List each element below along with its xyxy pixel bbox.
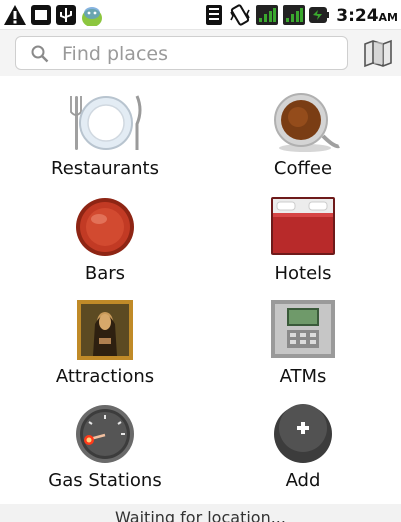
- category-add[interactable]: Add: [213, 402, 393, 502]
- map-icon[interactable]: [361, 38, 395, 68]
- category-bars[interactable]: Bars: [15, 195, 195, 295]
- location-status-bar: Waiting for location...: [0, 504, 401, 522]
- vibrate-icon: [230, 4, 250, 26]
- location-status-text: Waiting for location...: [115, 508, 286, 522]
- category-label: Coffee: [273, 158, 333, 179]
- clock: 3:24AM: [336, 6, 398, 26]
- battery-icon: [309, 7, 329, 23]
- add-icon: [274, 404, 332, 463]
- category-label: Restaurants: [51, 158, 159, 179]
- category-gas-stations[interactable]: Gas Stations: [15, 402, 195, 502]
- atm-icon: [271, 300, 335, 358]
- category-label: Add: [285, 470, 321, 491]
- search-input[interactable]: [60, 40, 344, 68]
- fuel-gauge-icon: [76, 405, 134, 463]
- search-row: [0, 30, 401, 76]
- sd-card-icon: [31, 5, 51, 25]
- category-attractions[interactable]: Attractions: [15, 298, 195, 398]
- wifi-signal-icon: [256, 5, 278, 25]
- hotel-bed-icon: [271, 197, 335, 255]
- plate-icon: [70, 95, 142, 150]
- category-restaurants[interactable]: Restaurants: [15, 90, 195, 190]
- storage-icon: [206, 5, 222, 25]
- android-icon: [82, 7, 102, 26]
- cell-signal-icon: [283, 5, 305, 25]
- search-icon: [31, 45, 49, 63]
- clock-ampm: AM: [378, 11, 398, 24]
- status-bar: 3:24AM: [0, 0, 401, 30]
- coffee-cup-icon: [274, 93, 340, 152]
- search-box[interactable]: [15, 36, 348, 70]
- bottle-cap-icon: [76, 198, 134, 256]
- category-label: ATMs: [279, 366, 327, 387]
- clock-time: 3:24: [336, 6, 379, 26]
- category-coffee[interactable]: Coffee: [213, 90, 393, 190]
- category-hotels[interactable]: Hotels: [213, 195, 393, 295]
- painting-icon: [77, 300, 133, 360]
- category-label: Attractions: [55, 366, 155, 387]
- warning-icon: [4, 5, 26, 25]
- usb-icon: [56, 5, 76, 25]
- category-label: Bars: [84, 263, 126, 284]
- category-label: Gas Stations: [48, 470, 162, 491]
- category-atms[interactable]: ATMs: [213, 298, 393, 398]
- category-label: Hotels: [274, 263, 332, 284]
